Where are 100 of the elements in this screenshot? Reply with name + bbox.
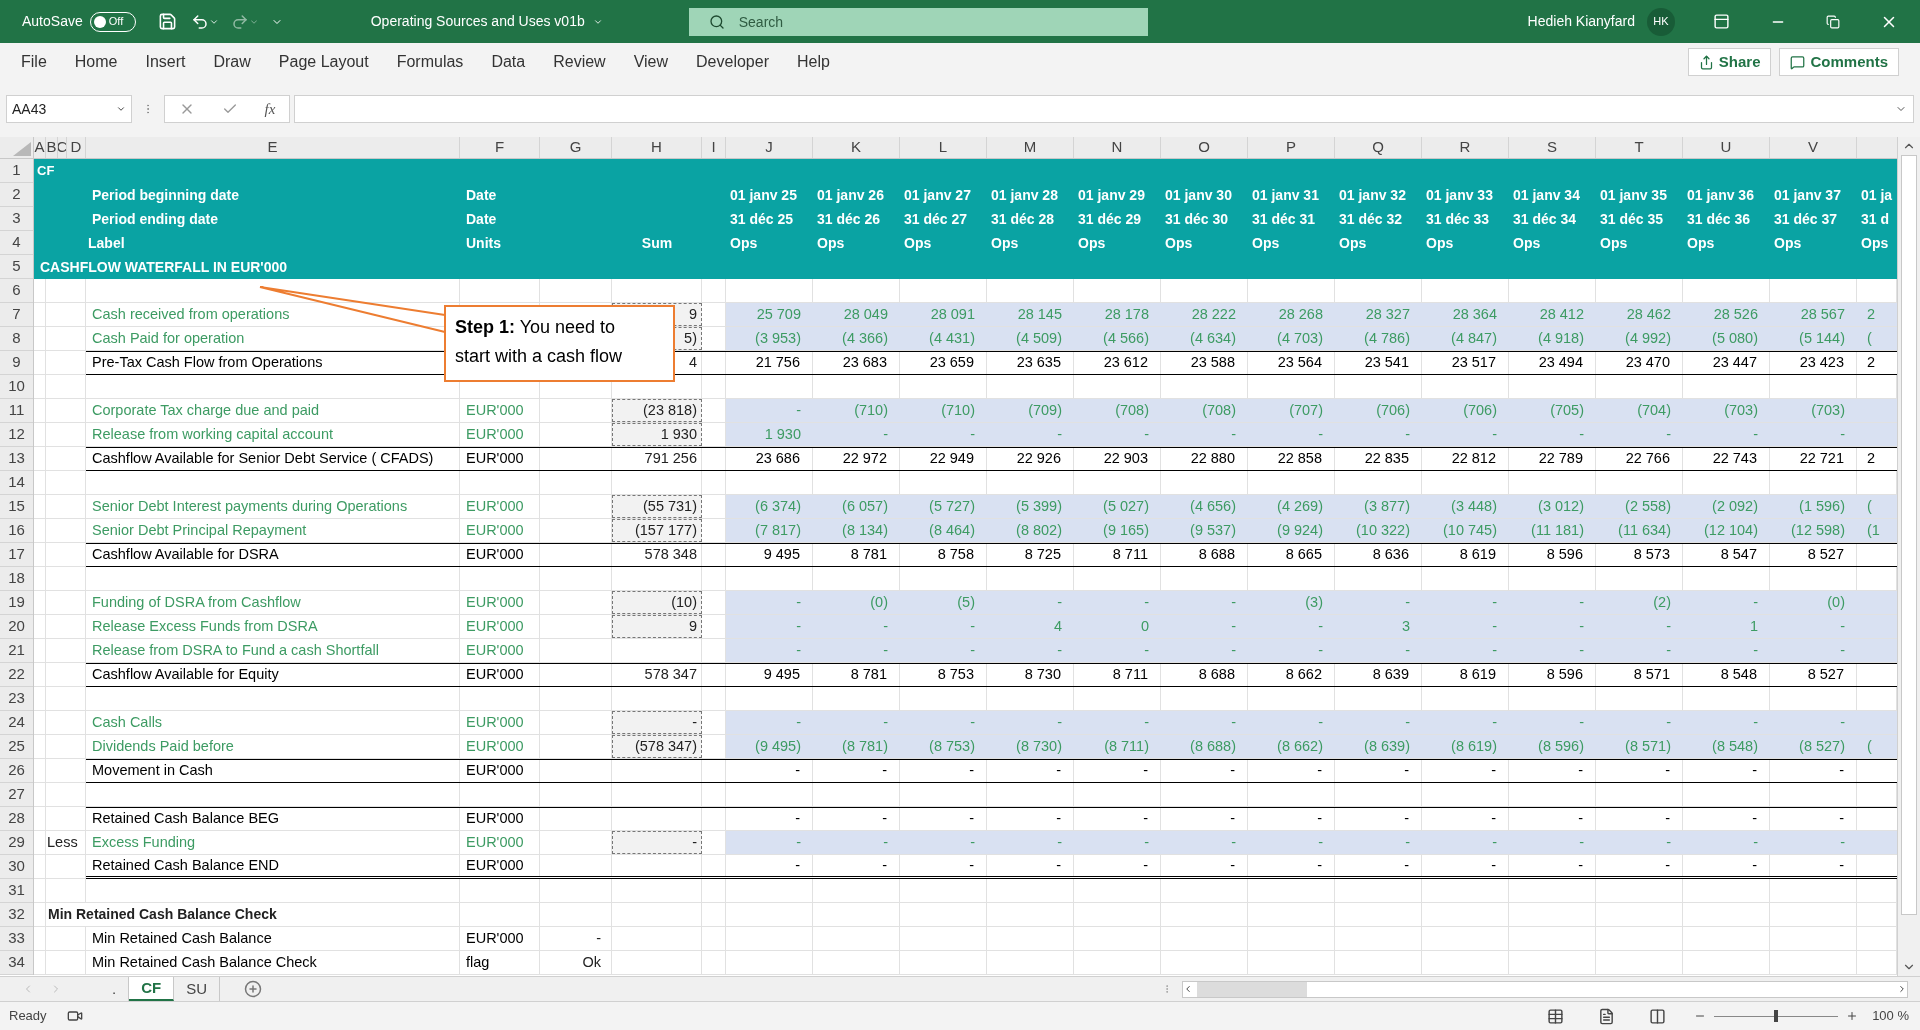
- sheet-tab[interactable]: CF: [129, 977, 175, 1001]
- row-number[interactable]: 30: [0, 855, 33, 879]
- row-number[interactable]: 9: [0, 351, 33, 375]
- scroll-right-icon[interactable]: [1897, 984, 1907, 994]
- column-header[interactable]: D: [67, 137, 86, 158]
- menu-tab[interactable]: Home: [74, 43, 118, 81]
- ribbon-display-icon[interactable]: [1713, 13, 1730, 30]
- column-header[interactable]: V: [1770, 137, 1857, 158]
- save-icon[interactable]: [157, 12, 177, 31]
- row-number[interactable]: 20: [0, 615, 33, 639]
- row-number[interactable]: 10: [0, 375, 33, 399]
- column-header[interactable]: Q: [1335, 137, 1422, 158]
- search-field[interactable]: Search: [688, 7, 1148, 36]
- row-number[interactable]: 26: [0, 759, 33, 783]
- row-number[interactable]: 1: [0, 159, 33, 183]
- row-number[interactable]: 25: [0, 735, 33, 759]
- menu-tab[interactable]: Data: [491, 43, 526, 81]
- zoom-slider-thumb[interactable]: [1774, 1010, 1779, 1022]
- row-number[interactable]: 31: [0, 879, 33, 903]
- row-label: Release from working capital account: [86, 423, 460, 446]
- menu-tab[interactable]: View: [633, 43, 669, 81]
- table-cell-text: (8 619): [1450, 736, 1498, 756]
- column-header[interactable]: R: [1422, 137, 1509, 158]
- row-number[interactable]: 19: [0, 591, 33, 615]
- column-header[interactable]: F: [460, 137, 540, 158]
- table-cell: -: [900, 760, 987, 782]
- row-number[interactable]: 14: [0, 471, 33, 495]
- row-number[interactable]: 27: [0, 783, 33, 807]
- row-number[interactable]: 11: [0, 399, 33, 423]
- page-break-icon[interactable]: [1649, 1007, 1667, 1025]
- column-header[interactable]: K: [813, 137, 900, 158]
- column-header[interactable]: H: [612, 137, 702, 158]
- row-number[interactable]: 5: [0, 255, 33, 279]
- column-header[interactable]: T: [1596, 137, 1683, 158]
- row-number[interactable]: 21: [0, 639, 33, 663]
- column-header[interactable]: S: [1509, 137, 1596, 158]
- menu-tab[interactable]: File: [21, 43, 47, 81]
- name-box[interactable]: AA43: [6, 95, 132, 123]
- row-number[interactable]: 13: [0, 447, 33, 471]
- row-number[interactable]: 34: [0, 951, 33, 975]
- row-number[interactable]: 22: [0, 663, 33, 687]
- row-number[interactable]: 3: [0, 207, 33, 231]
- column-header[interactable]: I: [702, 137, 726, 158]
- table-cell-text: -: [1404, 640, 1411, 660]
- zoom-in-icon[interactable]: [1846, 1010, 1859, 1022]
- row-number[interactable]: 16: [0, 519, 33, 543]
- row-number[interactable]: 18: [0, 567, 33, 591]
- row-number[interactable]: 8: [0, 327, 33, 351]
- menu-tab[interactable]: Developer: [696, 43, 769, 81]
- scroll-left-icon[interactable]: [1183, 984, 1193, 994]
- row-number[interactable]: 2: [0, 183, 33, 207]
- column-header[interactable]: J: [726, 137, 813, 158]
- normal-view-icon[interactable]: [1547, 1007, 1565, 1025]
- restore-icon[interactable]: [1826, 14, 1840, 29]
- column-header[interactable]: E: [86, 137, 460, 158]
- column-header[interactable]: O: [1161, 137, 1248, 158]
- row-number[interactable]: 23: [0, 687, 33, 711]
- menu-tab[interactable]: Insert: [145, 43, 186, 81]
- vertical-scrollbar-thumb[interactable]: [1901, 155, 1917, 915]
- row-number[interactable]: 7: [0, 303, 33, 327]
- formula-field[interactable]: [294, 95, 1914, 123]
- row-number[interactable]: 12: [0, 423, 33, 447]
- insert-function-button[interactable]: fx: [264, 97, 276, 121]
- table-cell-text: -: [1230, 616, 1237, 636]
- column-header[interactable]: U: [1683, 137, 1770, 158]
- menu-tab[interactable]: Page Layout: [278, 43, 369, 81]
- column-header[interactable]: C: [58, 137, 67, 158]
- column-header[interactable]: P: [1248, 137, 1335, 158]
- column-header[interactable]: N: [1074, 137, 1161, 158]
- section-title: CASHFLOW WATERFALL IN EUR'000: [39, 257, 289, 277]
- row-number[interactable]: 17: [0, 543, 33, 567]
- comments-button[interactable]: Comments: [1779, 48, 1899, 76]
- menu-tab[interactable]: Review: [553, 43, 606, 81]
- column-header[interactable]: B: [46, 137, 58, 158]
- column-header[interactable]: A: [34, 137, 46, 158]
- column-header[interactable]: M: [987, 137, 1074, 158]
- horizontal-scrollbar[interactable]: [1182, 980, 1908, 998]
- row-number[interactable]: 33: [0, 927, 33, 951]
- row-number[interactable]: 32: [0, 903, 33, 927]
- row-number[interactable]: 29: [0, 831, 33, 855]
- undo-icon[interactable]: [190, 12, 209, 31]
- document-title[interactable]: Operating Sources and Uses v01b: [370, 11, 603, 32]
- zoom-level[interactable]: 100 %: [1872, 1006, 1909, 1026]
- menu-tab[interactable]: Draw: [213, 43, 251, 81]
- add-sheet-icon[interactable]: [244, 980, 262, 998]
- column-header[interactable]: G: [540, 137, 612, 158]
- share-button[interactable]: Share: [1687, 48, 1772, 76]
- table-cell-text: (709): [1027, 400, 1063, 420]
- user-avatar[interactable]: HK: [1647, 7, 1675, 36]
- table-cell-text: 2: [1866, 304, 1877, 324]
- camera-icon[interactable]: [66, 1008, 83, 1024]
- row-number[interactable]: 24: [0, 711, 33, 735]
- row-number[interactable]: 4: [0, 231, 33, 255]
- column-header[interactable]: L: [900, 137, 987, 158]
- row-number[interactable]: 28: [0, 807, 33, 831]
- menu-tab[interactable]: Help: [796, 43, 830, 81]
- row-number[interactable]: 15: [0, 495, 33, 519]
- page-layout-icon[interactable]: [1598, 1007, 1616, 1025]
- menu-tab[interactable]: Formulas: [396, 43, 464, 81]
- row-number[interactable]: 6: [0, 279, 33, 303]
